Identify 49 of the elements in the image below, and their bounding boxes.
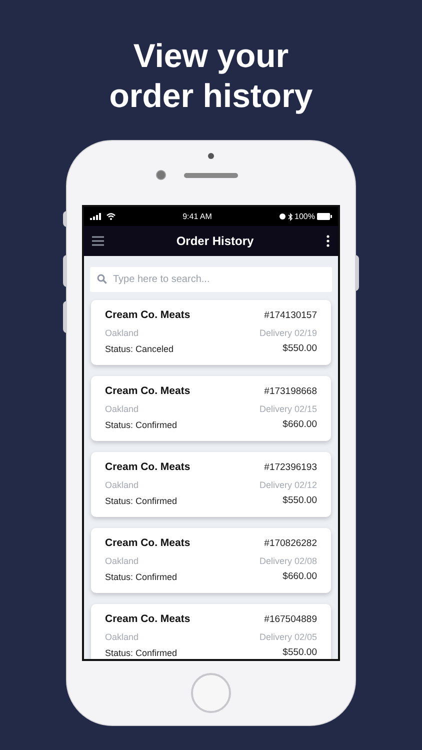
vendor-name: Cream Co. Meats	[105, 612, 190, 628]
delivery-date: Delivery 02/15	[259, 402, 317, 416]
battery-icon	[317, 213, 332, 220]
order-total: $550.00	[282, 342, 317, 356]
speaker-slot	[184, 173, 238, 178]
wifi-icon	[106, 213, 116, 220]
vendor-name: Cream Co. Meats	[105, 308, 190, 324]
vendor-name: Cream Co. Meats	[105, 384, 190, 400]
order-number: #173198668	[264, 384, 317, 399]
order-number: #170826282	[264, 536, 317, 551]
order-number: #167504889	[264, 612, 317, 627]
vendor-name: Cream Co. Meats	[105, 536, 190, 552]
delivery-date: Delivery 02/12	[259, 478, 317, 492]
menu-icon[interactable]	[92, 236, 104, 246]
order-total: $660.00	[282, 570, 317, 584]
screen-title: Order History	[175, 233, 255, 250]
bluetooth-icon	[288, 212, 293, 220]
order-card[interactable]: Cream Co. Meats #167504889 Oakland Delivery 02/05 Status: Confirmed $550.00	[91, 604, 331, 659]
search-field[interactable]: Type here to search...	[90, 267, 332, 292]
headline-text: View your	[133, 36, 289, 76]
delivery-date: Delivery 02/08	[259, 554, 317, 568]
order-number: #174130157	[264, 308, 317, 323]
delivery-date: Delivery 02/19	[259, 326, 317, 340]
order-card[interactable]: Cream Co. Meats #173198668 Oakland Delivery 02/15 Status: Confirmed $660.00	[91, 376, 331, 441]
order-total: $550.00	[282, 646, 317, 659]
order-status: Status: Confirmed	[105, 570, 178, 584]
order-status: Status: Confirmed	[105, 646, 178, 659]
order-status: Status: Canceled	[105, 342, 174, 356]
city-text: Oakland	[105, 554, 139, 568]
order-status: Status: Confirmed	[105, 418, 178, 432]
more-options-icon[interactable]	[326, 235, 330, 247]
order-card[interactable]: Cream Co. Meats #170826282 Oakland Delivery 02/08 Status: Confirmed $660.00	[91, 528, 331, 593]
search-icon	[97, 274, 107, 284]
city-text: Oakland	[105, 326, 139, 340]
battery-percent: 100%	[294, 210, 315, 222]
order-total: $660.00	[282, 418, 317, 432]
status-time: 9:41 AM	[182, 210, 213, 222]
order-number: #172396193	[264, 460, 317, 475]
city-text: Oakland	[105, 630, 139, 644]
order-card[interactable]: Cream Co. Meats #174130157 Oakland Delivery 02/19 Status: Canceled $550.00	[91, 300, 331, 365]
order-total: $550.00	[282, 494, 317, 508]
order-card[interactable]: Cream Co. Meats #172396193 Oakland Delivery 02/12 Status: Confirmed $550.00	[91, 452, 331, 517]
vendor-name: Cream Co. Meats	[105, 460, 190, 476]
city-text: Oakland	[105, 478, 139, 492]
delivery-date: Delivery 02/05	[259, 630, 317, 644]
alarm-icon	[278, 213, 286, 220]
city-text: Oakland	[105, 402, 139, 416]
headline-text: order history	[109, 76, 313, 116]
order-status: Status: Confirmed	[105, 494, 178, 508]
